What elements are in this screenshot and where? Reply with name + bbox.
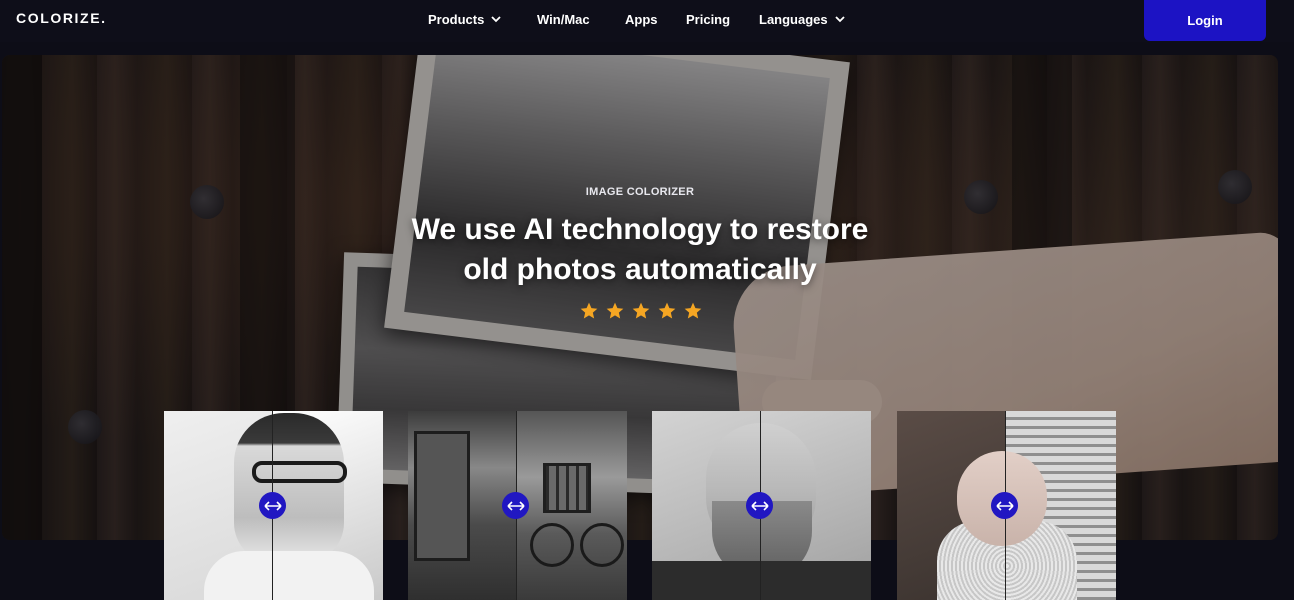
nav-products[interactable]: Products (428, 10, 502, 28)
arrows-left-right-icon (506, 500, 525, 511)
nav-apps[interactable]: Apps (625, 10, 658, 28)
arrows-left-right-icon (750, 500, 769, 511)
star-icon (606, 302, 624, 319)
nav-products-label: Products (428, 11, 485, 27)
hero-headline-line: old photos automatically (463, 253, 817, 286)
bicycle-wheel (580, 523, 624, 567)
before-after-card[interactable] (652, 411, 871, 600)
star-icon (580, 302, 598, 319)
nav-languages[interactable]: Languages (759, 10, 846, 28)
comparison-slider-handle[interactable] (259, 492, 286, 519)
comparison-slider-handle[interactable] (991, 492, 1018, 519)
glasses-detail (252, 461, 347, 483)
comparison-slider-handle[interactable] (746, 492, 773, 519)
nav-win-mac[interactable]: Win/Mac (537, 10, 590, 28)
comparison-slider-handle[interactable] (502, 492, 529, 519)
nav-win-mac-label: Win/Mac (537, 11, 590, 27)
portrait-image (234, 413, 344, 563)
chevron-down-icon (491, 16, 501, 23)
arrows-left-right-icon (995, 500, 1014, 511)
before-after-card[interactable] (897, 411, 1116, 600)
hero-eyebrow: IMAGE COLORIZER (585, 186, 695, 198)
bicycle-wheel (530, 523, 574, 567)
door-detail (414, 431, 470, 561)
chevron-down-icon (834, 16, 845, 23)
shirt-detail (204, 551, 374, 600)
hero-headline-line: We use AI technology to restore (411, 213, 869, 246)
hero-headline: We use AI technology to restore old phot… (0, 210, 1280, 290)
star-icon (632, 302, 650, 319)
rating-stars (579, 301, 703, 321)
nav-pricing[interactable]: Pricing (686, 10, 730, 28)
nav-languages-label: Languages (759, 11, 828, 27)
before-after-card[interactable] (408, 411, 627, 600)
brand-logo[interactable]: COLORIZE. (16, 10, 107, 26)
nav-apps-label: Apps (625, 11, 658, 27)
nav-pricing-label: Pricing (686, 11, 731, 27)
window-detail (543, 463, 591, 513)
star-icon (658, 302, 676, 319)
before-after-card[interactable] (164, 411, 383, 600)
login-button[interactable]: Login (1144, 0, 1266, 41)
coat-detail (652, 561, 871, 600)
arrows-left-right-icon (263, 500, 282, 511)
top-navigation: COLORIZE. Products Win/Mac Apps Pricing … (0, 0, 1294, 42)
star-icon (684, 302, 702, 319)
